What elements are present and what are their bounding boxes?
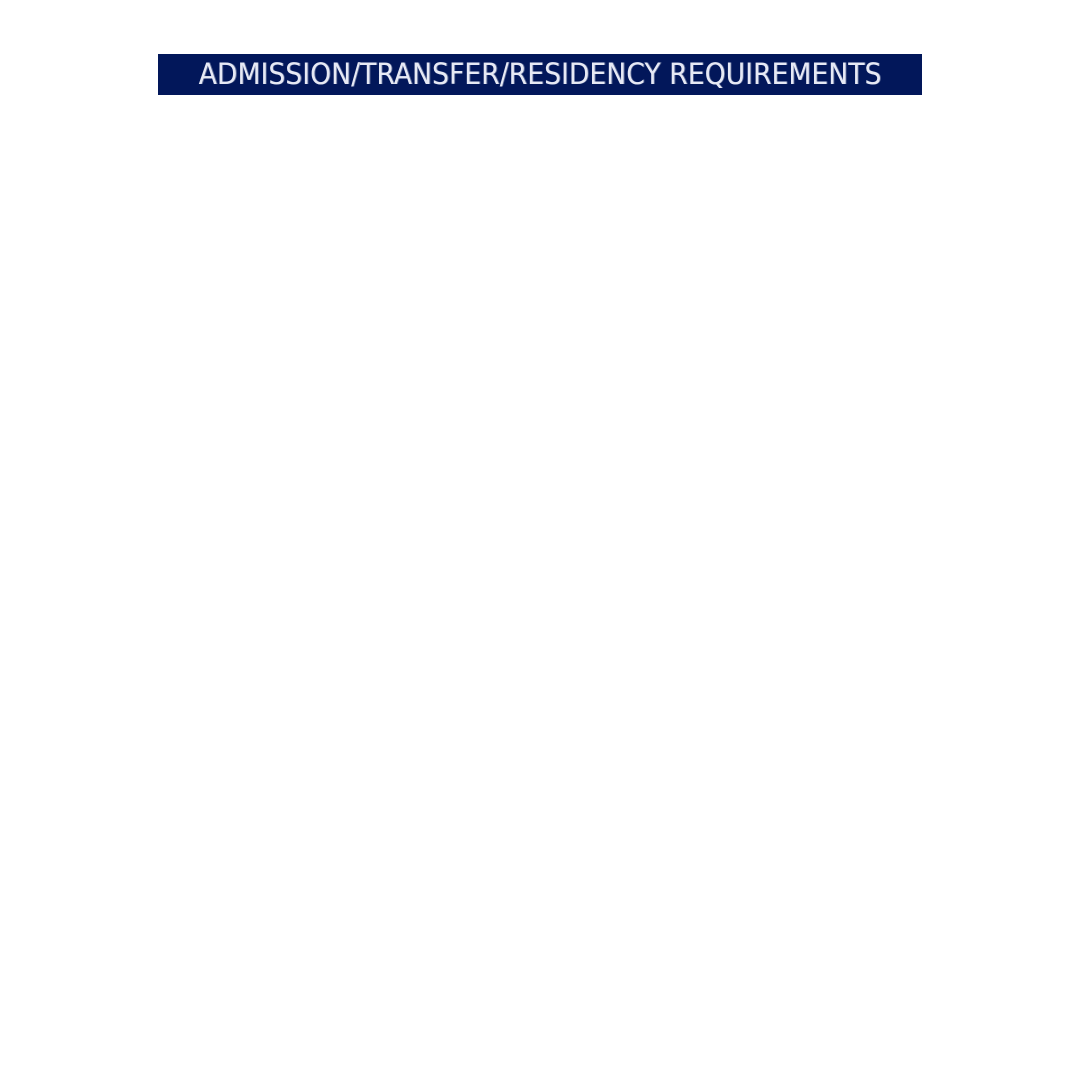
section-title: ADMISSION/TRANSFER/RESIDENCY REQUIREMENT… xyxy=(198,57,882,91)
document-page: ADMISSION/TRANSFER/RESIDENCY REQUIREMENT… xyxy=(0,0,1080,1080)
section-title-banner: ADMISSION/TRANSFER/RESIDENCY REQUIREMENT… xyxy=(158,54,922,95)
